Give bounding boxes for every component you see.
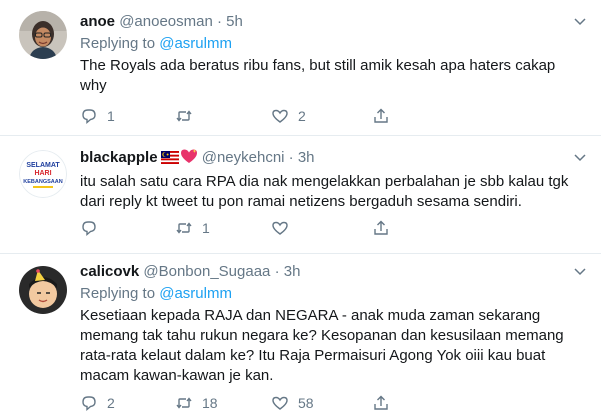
retweet-button[interactable]: [175, 106, 202, 126]
timestamp[interactable]: 3h: [284, 263, 301, 280]
chevron-down-icon[interactable]: [573, 14, 587, 28]
tweet-header: calicovk @Bonbon_Sugaaa · 3h: [80, 262, 587, 282]
like-icon: [272, 221, 288, 235]
reply-button[interactable]: 1: [80, 106, 115, 126]
share-button[interactable]: [372, 106, 390, 126]
reply-icon: [82, 396, 96, 412]
display-name[interactable]: calicovk: [80, 263, 139, 280]
reply-button[interactable]: [80, 218, 107, 238]
separator-dot: ·: [216, 13, 222, 30]
display-name[interactable]: anoe: [80, 13, 115, 30]
avatar-text: HARI: [34, 170, 51, 177]
retweet-icon: [176, 397, 192, 409]
share-icon: [374, 220, 388, 235]
avatar[interactable]: SELAMAT HARI KEBANGSAAN: [19, 150, 67, 198]
tweet-text-line: itu salah satu cara RPA dia nak mengelak…: [80, 173, 569, 190]
retweet-count: 18: [202, 395, 218, 411]
like-button[interactable]: 58: [271, 393, 314, 413]
retweet-button[interactable]: 1: [175, 218, 210, 238]
share-button[interactable]: [372, 393, 390, 413]
chevron-down-icon[interactable]: [573, 264, 587, 278]
timestamp[interactable]: 3h: [298, 149, 315, 166]
tweet-text-line: dari reply kt tweet tu pon ramai netizen…: [80, 193, 522, 210]
replying-to: Replying to @asrulmm: [80, 284, 587, 304]
tweet-text-line: why: [80, 77, 107, 94]
like-count: 2: [298, 108, 306, 124]
tweet-text: Kesetiaan kepada RAJA dan NEGARA - anak …: [80, 306, 587, 386]
mention-link[interactable]: @asrulmm: [159, 285, 232, 302]
tweet-text-line: memang tak tahu rukun negara ke? Kesopan…: [80, 327, 564, 344]
replying-to: Replying to @asrulmm: [80, 34, 587, 54]
tweet-text-line: The Royals ada beratus ribu fans, but st…: [80, 57, 556, 74]
tweet[interactable]: anoe @anoeosman · 5h Replying to @asrulm…: [0, 0, 601, 135]
tweet[interactable]: SELAMAT HARI KEBANGSAAN blackapple @neyk: [0, 136, 601, 253]
retweet-count: 1: [202, 220, 210, 236]
reply-count: 1: [107, 108, 115, 124]
replying-label: Replying to: [80, 285, 156, 302]
tweet-text-line: Kesetiaan kepada RAJA dan NEGARA - anak …: [80, 307, 541, 324]
tweet-text-line: macam kawan-kawan je kan.: [80, 367, 274, 384]
reply-count: 2: [107, 395, 115, 411]
user-handle[interactable]: @anoeosman: [119, 13, 213, 30]
retweet-icon: [176, 222, 192, 234]
like-button[interactable]: 2: [271, 106, 306, 126]
retweet-button[interactable]: 18: [175, 393, 218, 413]
replying-label: Replying to: [80, 35, 156, 52]
avatar-text: SELAMAT: [26, 162, 60, 169]
timestamp[interactable]: 5h: [226, 13, 243, 30]
tweet-header: anoe @anoeosman · 5h: [80, 12, 587, 32]
like-icon: [272, 396, 288, 410]
like-button[interactable]: [271, 218, 298, 238]
reply-button[interactable]: 2: [80, 393, 115, 413]
tweet-actions: 2 18 58: [80, 393, 400, 413]
avatar[interactable]: [19, 11, 67, 59]
reply-icon: [82, 109, 96, 125]
tweet-text: itu salah satu cara RPA dia nak mengelak…: [80, 172, 587, 212]
user-handle[interactable]: @Bonbon_Sugaaa: [143, 263, 270, 280]
chevron-down-icon[interactable]: [573, 150, 587, 164]
malaysia-flag-icon: [160, 151, 179, 164]
avatar[interactable]: [19, 266, 67, 314]
separator-dot: ·: [288, 149, 294, 166]
mention-link[interactable]: @asrulmm: [159, 35, 232, 52]
tweet-text: The Royals ada beratus ribu fans, but st…: [80, 56, 587, 96]
share-icon: [374, 108, 388, 123]
retweet-icon: [176, 110, 192, 122]
user-handle[interactable]: @neykehcni: [202, 149, 285, 166]
tweet-header: blackapple @neykehcni · 3h: [80, 148, 587, 168]
tweet-actions: 1: [80, 218, 400, 238]
separator-dot: ·: [274, 263, 280, 280]
share-button[interactable]: [372, 218, 390, 238]
avatar-text: KEBANGSAAN: [23, 179, 62, 185]
sparkling-heart-icon: [180, 149, 197, 163]
tweet-text-line: rata-rata kelaut dalam ke? Itu Raja Perm…: [80, 347, 546, 364]
tweet[interactable]: calicovk @Bonbon_Sugaaa · 3h Replying to…: [0, 254, 601, 417]
like-count: 58: [298, 395, 314, 411]
reply-icon: [82, 221, 96, 237]
share-icon: [374, 395, 388, 410]
like-icon: [272, 109, 288, 123]
tweet-actions: 1 2: [80, 106, 400, 126]
display-name[interactable]: blackapple: [80, 149, 158, 166]
